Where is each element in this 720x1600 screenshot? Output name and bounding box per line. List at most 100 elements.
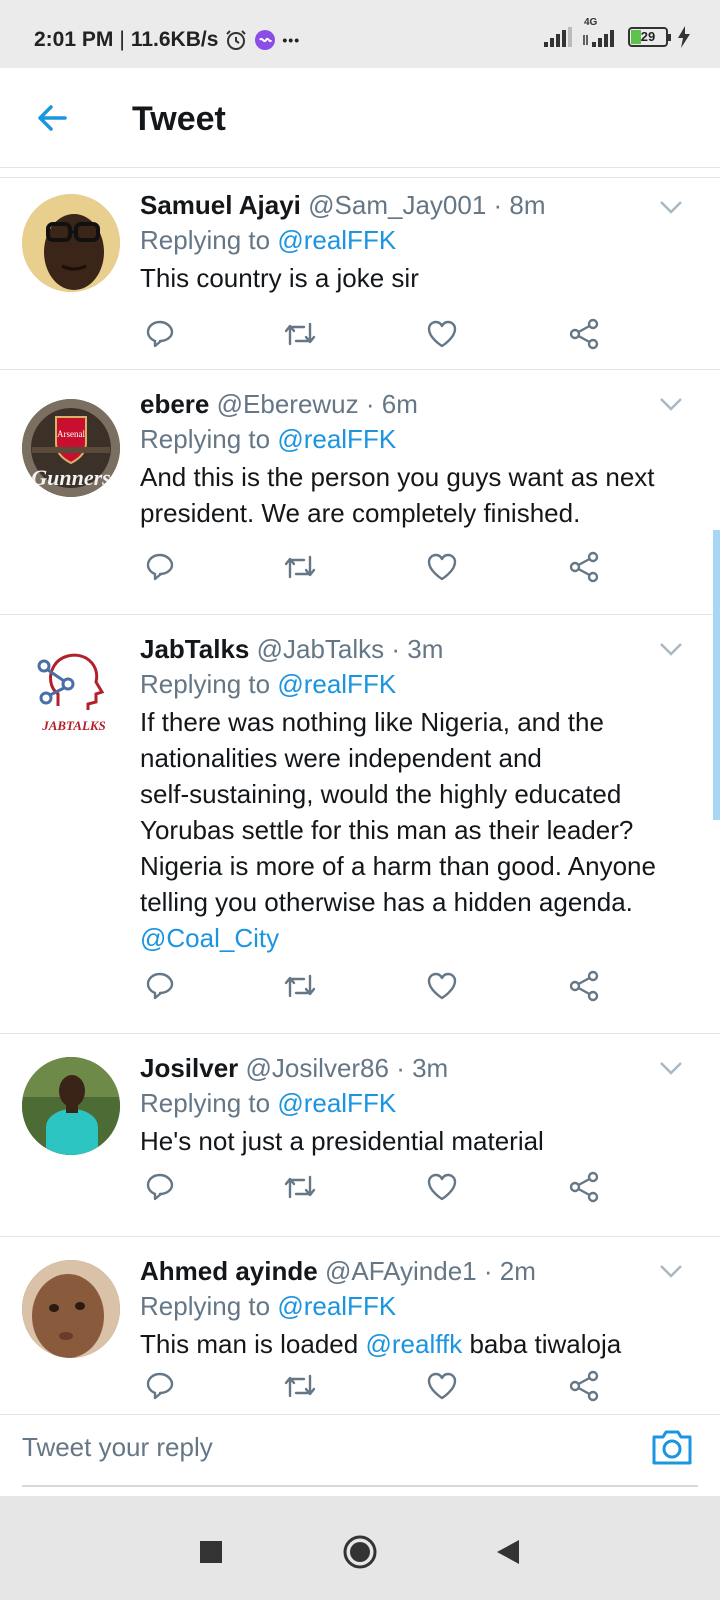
tweet-text-line: If there was nothing like Nigeria, and t… [140, 707, 604, 737]
avatar[interactable] [22, 1057, 120, 1155]
back-nav-button[interactable] [488, 1532, 528, 1572]
like-button[interactable] [422, 1167, 462, 1207]
retweet-button[interactable] [280, 314, 320, 354]
author-handle[interactable]: @Eberewuz [217, 389, 359, 419]
author-name[interactable]: ebere [140, 389, 209, 419]
heart-icon [427, 553, 457, 581]
tweet-menu-button[interactable] [658, 1055, 684, 1081]
avatar[interactable] [22, 1260, 120, 1358]
scrollbar-thumb[interactable] [713, 530, 720, 820]
tweet-body: ebere @Eberewuz · 6m Replying to @realFF… [140, 387, 700, 531]
tweet-text-start: This man is loaded [140, 1329, 359, 1359]
tweet-actions [140, 1167, 620, 1207]
tweet-text-end: baba tiwaloja [469, 1329, 622, 1359]
tweet-reply[interactable]: JABTALKS JabTalks @JabTalks · 3m Replyin… [0, 616, 720, 1034]
share-button[interactable] [564, 1366, 604, 1406]
tweet-mention[interactable]: @realffk [365, 1329, 462, 1359]
reply-button[interactable] [140, 314, 180, 354]
status-network-speed: 11.6KB/s [130, 28, 219, 51]
tweet-body: Josilver @Josilver86 · 3m Replying to @r… [140, 1051, 700, 1159]
tweet-reply[interactable]: Ahmed ayinde @AFAyinde1 · 2m Replying to… [0, 1238, 720, 1414]
replying-to-mention[interactable]: @realFFK [277, 424, 396, 454]
share-button[interactable] [564, 1167, 604, 1207]
replying-to-label: Replying to [140, 424, 271, 454]
author-handle[interactable]: @JabTalks [257, 634, 385, 664]
tweet-menu-button[interactable] [658, 194, 684, 220]
replying-to-label: Replying to [140, 225, 271, 255]
reply-button[interactable] [140, 547, 180, 587]
tweet-text-line: And this is the person you guys want as … [140, 462, 655, 492]
camera-button[interactable] [650, 1425, 694, 1469]
heart-icon [427, 1173, 457, 1201]
tweet-menu-button[interactable] [658, 1258, 684, 1284]
reply-button[interactable] [140, 1366, 180, 1406]
tweet-mention[interactable]: @Coal_City [140, 920, 700, 956]
tweet-reply[interactable]: Josilver @Josilver86 · 3m Replying to @r… [0, 1035, 720, 1237]
tweet-header: ebere @Eberewuz · 6m [140, 387, 700, 421]
tweet-time: · 8m [493, 190, 546, 220]
tweet-text-line: nationalities were independent and [140, 743, 542, 773]
avatar[interactable]: Arsenal Gunners [22, 399, 120, 497]
replying-to-mention[interactable]: @realFFK [277, 1088, 396, 1118]
recents-button[interactable] [191, 1532, 231, 1572]
replying-to-mention[interactable]: @realFFK [277, 225, 396, 255]
tweet-text: This country is a joke sir [140, 260, 700, 296]
retweet-button[interactable] [280, 1366, 320, 1406]
tweet-text-line: This country is a joke sir [140, 263, 419, 293]
author-handle[interactable]: @Josilver86 [246, 1053, 389, 1083]
battery-indicator: 29 [628, 27, 671, 47]
share-button[interactable] [564, 547, 604, 587]
replying-to: Replying to @realFFK [140, 222, 700, 258]
square-icon [200, 1541, 222, 1563]
retweet-button[interactable] [280, 1167, 320, 1207]
avatar[interactable]: JABTALKS [22, 642, 120, 740]
tweet-header: Samuel Ajayi @Sam_Jay001 · 8m [140, 188, 700, 222]
author-name[interactable]: Samuel Ajayi [140, 190, 301, 220]
tweet-text: He's not just a presidential material [140, 1123, 700, 1159]
chevron-down-icon [660, 643, 682, 656]
share-icon [569, 970, 599, 1002]
battery-level: 29 [640, 29, 656, 44]
tweet-body: JabTalks @JabTalks · 3m Replying to @rea… [140, 632, 700, 956]
avatar-badge-label: Arsenal [57, 429, 85, 439]
reply-input[interactable] [22, 1423, 622, 1471]
replying-to-mention[interactable]: @realFFK [277, 1291, 396, 1321]
reply-icon [146, 1372, 174, 1400]
author-name[interactable]: Ahmed ayinde [140, 1256, 318, 1286]
replying-to-mention[interactable]: @realFFK [277, 669, 396, 699]
chevron-down-icon [660, 1062, 682, 1075]
tweet-reply[interactable]: Arsenal Gunners ebere @Eberewuz · 6m Rep… [0, 371, 720, 615]
back-button[interactable] [32, 98, 72, 138]
retweet-button[interactable] [280, 966, 320, 1006]
alarm-icon [224, 28, 248, 52]
tweet-text-line: president. We are completely finished. [140, 498, 581, 528]
like-button[interactable] [422, 547, 462, 587]
author-handle[interactable]: @AFAyinde1 [325, 1256, 477, 1286]
retweet-icon [284, 974, 316, 998]
retweet-button[interactable] [280, 547, 320, 587]
replying-to-label: Replying to [140, 1291, 271, 1321]
like-button[interactable] [422, 314, 462, 354]
reply-button[interactable] [140, 1167, 180, 1207]
tweet-text-line: He's not just a presidential material [140, 1126, 544, 1156]
camera-icon [652, 1430, 692, 1465]
tweet-reply[interactable]: Samuel Ajayi @Sam_Jay001 · 8m Replying t… [0, 178, 720, 370]
share-button[interactable] [564, 314, 604, 354]
status-left: 2:01 PM | 11.6KB/s ••• [34, 28, 300, 52]
home-button[interactable] [340, 1532, 380, 1572]
like-button[interactable] [422, 1366, 462, 1406]
like-button[interactable] [422, 966, 462, 1006]
replying-to: Replying to @realFFK [140, 666, 700, 702]
reply-button[interactable] [140, 966, 180, 1006]
share-button[interactable] [564, 966, 604, 1006]
author-name[interactable]: Josilver [140, 1053, 238, 1083]
retweet-icon [284, 1175, 316, 1199]
tweet-time: · 6m [365, 389, 418, 419]
author-name[interactable]: JabTalks [140, 634, 249, 664]
tweet-menu-button[interactable] [658, 391, 684, 417]
author-handle[interactable]: @Sam_Jay001 [308, 190, 486, 220]
tweet-time: · 3m [391, 634, 444, 664]
replying-to: Replying to @realFFK [140, 1085, 700, 1121]
tweet-menu-button[interactable] [658, 636, 684, 662]
avatar[interactable] [22, 194, 120, 292]
